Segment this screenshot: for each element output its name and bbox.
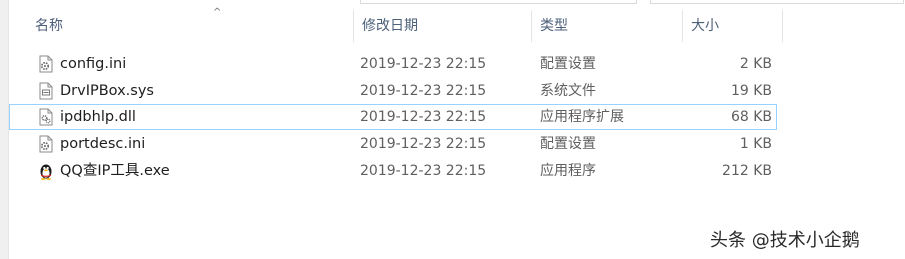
file-date: 2019-12-23 22:15 <box>360 163 487 179</box>
dll-file-icon <box>39 108 53 126</box>
file-row[interactable]: QQ查IP工具.exe 2019-12-23 22:15 应用程序 212 KB <box>9 158 777 184</box>
file-row[interactable]: ipdbhlp.dll 2019-12-23 22:15 应用程序扩展 68 K… <box>9 104 777 130</box>
sort-ascending-icon: ^ <box>213 7 222 18</box>
file-type: 应用程序扩展 <box>540 109 624 125</box>
file-size: 1 KB <box>739 136 772 152</box>
address-bar-edge[interactable] <box>360 0 637 4</box>
file-row[interactable]: DrvIPBox.sys 2019-12-23 22:15 系统文件 19 KB <box>9 78 777 104</box>
file-row[interactable]: portdesc.ini 2019-12-23 22:15 配置设置 1 KB <box>9 131 777 157</box>
column-header-type[interactable]: 类型 <box>532 10 683 42</box>
file-date: 2019-12-23 22:15 <box>360 109 487 125</box>
file-size: 2 KB <box>739 56 772 72</box>
column-header-name[interactable]: 名称 ^ <box>27 7 354 42</box>
column-header-size-label: 大小 <box>691 18 719 34</box>
search-box-edge[interactable] <box>650 0 904 4</box>
file-row[interactable]: config.ini 2019-12-23 22:15 配置设置 2 KB <box>9 51 777 77</box>
column-header-date[interactable]: 修改日期 <box>354 10 532 42</box>
column-header-date-label: 修改日期 <box>362 18 418 34</box>
file-date: 2019-12-23 22:15 <box>360 56 487 72</box>
file-size: 68 KB <box>730 109 772 125</box>
file-date: 2019-12-23 22:15 <box>360 83 487 99</box>
watermark-text: 头条 @技术小企鹅 <box>710 230 860 251</box>
settings-file-icon <box>39 55 53 73</box>
column-header-type-label: 类型 <box>540 18 568 34</box>
file-name: portdesc.ini <box>60 136 146 152</box>
qq-penguin-icon <box>40 164 52 180</box>
file-size: 212 KB <box>722 163 772 179</box>
file-name: config.ini <box>60 56 127 72</box>
column-header-row: 名称 ^ 修改日期 类型 大小 <box>9 7 784 42</box>
file-name: DrvIPBox.sys <box>60 83 154 99</box>
file-size: 19 KB <box>730 83 772 99</box>
column-header-size[interactable]: 大小 <box>683 10 783 42</box>
toolbar-edge <box>0 0 905 5</box>
column-header-name-label: 名称 <box>35 18 63 34</box>
file-type: 应用程序 <box>540 163 596 179</box>
file-date: 2019-12-23 22:15 <box>360 136 487 152</box>
system-file-icon <box>39 82 53 100</box>
file-name: ipdbhlp.dll <box>60 109 136 125</box>
file-type: 配置设置 <box>540 56 596 72</box>
file-type: 配置设置 <box>540 136 596 152</box>
file-type: 系统文件 <box>540 83 596 99</box>
navigation-pane-edge <box>0 0 9 259</box>
settings-file-icon <box>39 135 53 153</box>
file-name: QQ查IP工具.exe <box>60 163 170 179</box>
